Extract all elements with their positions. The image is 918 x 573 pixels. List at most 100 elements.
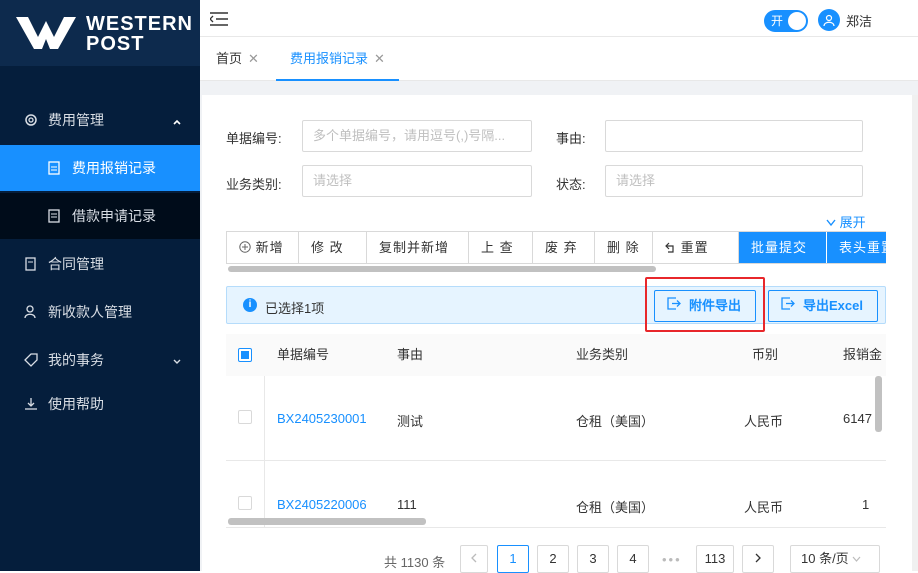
doc-no-input[interactable]: 多个单据编号，请用逗号(,)号隔... [302, 120, 532, 152]
page-button[interactable]: 1 [497, 545, 529, 573]
row-divider [226, 460, 886, 461]
page-button[interactable]: 2 [537, 545, 569, 573]
column-header[interactable]: 报销金 [843, 334, 882, 376]
page-button[interactable]: 4 [617, 545, 649, 573]
delete-button[interactable]: 删 除 [595, 232, 653, 263]
w-logo-icon [16, 17, 76, 49]
sidebar-item-expense-management[interactable]: 费用管理 [0, 97, 200, 143]
sidebar-item-contracts[interactable]: 合同管理 [0, 241, 200, 287]
page-button[interactable]: 3 [577, 545, 609, 573]
user-avatar-icon[interactable] [818, 9, 840, 31]
tag-icon [24, 353, 38, 367]
top-header: 开 郑洁 [200, 0, 918, 37]
chevron-down-icon [826, 215, 840, 230]
select-all-checkbox[interactable] [238, 348, 252, 362]
list-icon [48, 209, 62, 223]
lookup-button[interactable]: 上 查 [469, 232, 533, 263]
batch-submit-button[interactable]: 批量提交 [739, 232, 827, 263]
brand-logo: WESTERN POST [0, 0, 200, 66]
add-button-label: 新增 [255, 240, 284, 255]
next-page-button[interactable] [742, 545, 774, 573]
expand-label: 展开 [839, 215, 866, 230]
sidebar-item-label: 费用管理 [48, 112, 104, 128]
column-header[interactable]: 事由 [397, 334, 423, 376]
page-size-label: 10 条/页 [801, 551, 849, 566]
reset-button-label: 重置 [680, 240, 709, 255]
row-checkbox[interactable] [238, 410, 252, 424]
chevron-down-icon [172, 354, 182, 370]
status-label: 状态: [556, 177, 586, 192]
info-icon: i [243, 298, 257, 312]
contract-icon [24, 257, 38, 271]
sidebar-item-label: 我的事务 [48, 352, 104, 368]
column-header[interactable]: 单据编号 [277, 334, 329, 376]
sidebar: WESTERN POST 费用管理 费用报销记录 借款申请记录 合同管理 新收款… [0, 0, 200, 571]
excel-export-label: 导出Excel [803, 298, 863, 313]
reset-button[interactable]: 重置 [653, 232, 739, 263]
copy-add-button[interactable]: 复制并新增 [367, 232, 469, 263]
tab-expense-records[interactable]: 费用报销记录 ✕ [276, 37, 399, 81]
ellipsis-icon[interactable]: ••• [662, 552, 682, 567]
chevron-down-icon [852, 551, 861, 566]
user-add-icon [24, 305, 38, 319]
prev-page-button[interactable] [460, 545, 488, 573]
discard-button[interactable]: 废 弃 [533, 232, 595, 263]
menu-fold-icon[interactable] [209, 12, 228, 29]
sidebar-item-loan-records[interactable]: 借款申请记录 [0, 193, 200, 239]
table-horizontal-scrollbar[interactable] [228, 518, 426, 525]
column-header[interactable]: 业务类别 [576, 334, 628, 376]
tab-label: 费用报销记录 [290, 51, 369, 66]
plus-circle-icon [239, 240, 256, 255]
brand-line2: POST [86, 33, 145, 55]
download-icon [24, 397, 38, 411]
header-reset-button[interactable]: 表头重置 [827, 232, 886, 263]
selection-text: 已选择1项 [265, 301, 325, 316]
row-checkbox[interactable] [238, 496, 252, 510]
export-icon [769, 291, 803, 321]
toolbar-scrollbar[interactable] [228, 266, 656, 272]
doc-no-label: 单据编号: [226, 131, 282, 146]
sidebar-item-label: 新收款人管理 [48, 304, 132, 320]
sidebar-item-payees[interactable]: 新收款人管理 [0, 289, 200, 335]
column-header[interactable]: 币别 [752, 334, 778, 376]
excel-export-button[interactable]: 导出Excel [768, 290, 878, 322]
page-button[interactable]: 113 [696, 545, 734, 573]
document-icon [48, 161, 62, 175]
doc-no-link[interactable]: BX2405220006 [277, 497, 367, 512]
biz-type-cell: 仓租（美国） [576, 414, 655, 429]
add-button[interactable]: 新增 [227, 232, 299, 263]
highlight-box [645, 277, 765, 332]
sidebar-item-my-tasks[interactable]: 我的事务 [0, 337, 200, 383]
sidebar-item-label: 费用报销记录 [72, 160, 156, 176]
reason-cell: 111 [397, 497, 417, 512]
sidebar-item-help[interactable]: 使用帮助 [0, 381, 200, 427]
column-divider [264, 376, 265, 528]
tab-label: 首页 [216, 51, 243, 66]
reason-label: 事由: [556, 131, 586, 146]
table-vertical-scrollbar[interactable] [875, 376, 882, 432]
close-icon[interactable]: ✕ [374, 51, 385, 66]
total-count: 共 1130 条 [384, 555, 446, 570]
language-switch[interactable]: 开 [764, 10, 808, 32]
user-name[interactable]: 郑洁 [846, 11, 872, 30]
edit-button[interactable]: 修 改 [299, 232, 367, 263]
reason-cell: 测试 [397, 414, 424, 429]
expand-link[interactable]: 展开 [826, 212, 866, 231]
doc-no-link[interactable]: BX2405230001 [277, 411, 367, 426]
switch-label: 开 [771, 14, 784, 28]
close-icon[interactable]: ✕ [248, 51, 259, 66]
sidebar-item-expense-records[interactable]: 费用报销记录 [0, 145, 200, 191]
amount-cell: 1 [862, 497, 870, 512]
sidebar-item-label: 使用帮助 [48, 396, 104, 412]
biz-type-cell: 仓租（美国） [576, 500, 655, 515]
table-bottom-border [226, 527, 886, 528]
reason-input[interactable] [605, 120, 863, 152]
page-size-select[interactable]: 10 条/页 [790, 545, 880, 573]
switch-knob [788, 12, 806, 30]
biz-type-select[interactable]: 请选择 [302, 165, 532, 197]
currency-cell: 人民币 [744, 414, 784, 429]
status-select[interactable]: 请选择 [605, 165, 863, 197]
tab-home[interactable]: 首页 ✕ [216, 37, 259, 81]
amount-cell: 6147 [843, 411, 872, 426]
page-scrollbar[interactable] [912, 95, 918, 571]
